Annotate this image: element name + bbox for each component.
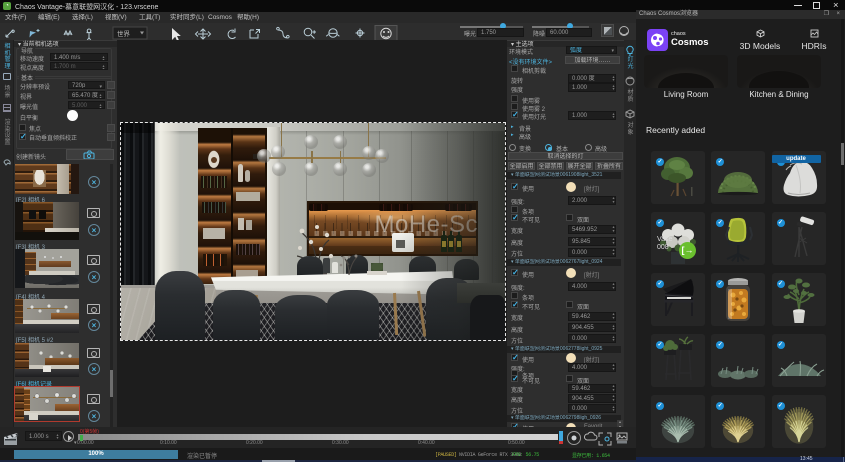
svg-text:世界: 世界 xyxy=(117,29,131,38)
